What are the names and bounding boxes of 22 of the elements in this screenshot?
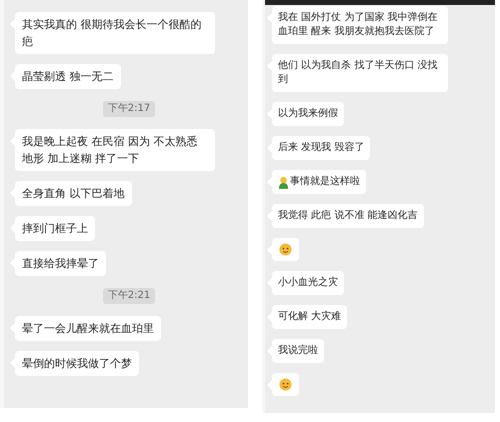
message-bubble: 其实我真的 很期待我会长一个很酷的疤 [15, 12, 215, 54]
message-text: 事情就是这样啦 [290, 175, 360, 189]
timestamp: 下午2:17 [102, 101, 156, 117]
message-bubble: 摔到门框子上 [15, 216, 95, 241]
message-bubble: 小小血光之灾 [272, 271, 344, 295]
message-bubble: 晕倒的时候我做了个梦 [15, 351, 139, 376]
message-bubble: 我觉得 此疤 说不准 能逢凶化吉 [272, 204, 424, 228]
message-bubble: 晶莹剔透 独一无二 [15, 64, 120, 89]
message-bubble: 可化解 大灾难 [272, 305, 348, 329]
message-bubble: 我说完啦 [272, 339, 324, 363]
emoji-icon [279, 378, 292, 391]
message-bubble: 后来 发现我 毁容了 [272, 136, 370, 160]
figure-icon [278, 176, 289, 188]
message-bubble: 以为我来例假 [272, 102, 344, 126]
message-bubble: 直接给我摔晕了 [15, 251, 106, 276]
message-bubble: 我在 国外打仗 为了国家 我中弹倒在血珀里 醒来 我朋友就抱我去医院了 [272, 6, 448, 44]
timestamp: 下午2:21 [102, 288, 156, 304]
message-bubble: 全身直角 以下巴着地 [15, 181, 132, 206]
message-bubble: 我是晚上起夜 在民宿 因为 不太熟悉地形 加上迷糊 拌了一下 [15, 129, 215, 171]
emoji-icon [279, 243, 292, 256]
message-bubble: 晕了一会儿醒来就在血珀里 [15, 316, 161, 341]
message-bubble: 他们 以为我自杀 找了半天伤口 没找到 [272, 54, 448, 92]
